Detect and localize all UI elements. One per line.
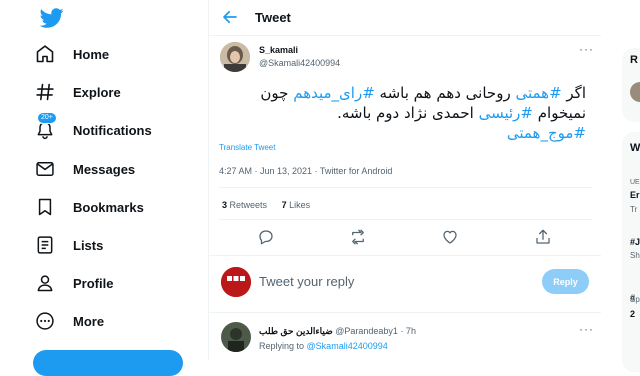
sidebar-nav: Home Explore 20+ Notifications Messages … <box>0 0 208 376</box>
nav-messages[interactable]: Messages <box>32 150 135 188</box>
card-title: W <box>630 142 640 154</box>
nav-messages-label: Messages <box>73 161 136 177</box>
tweet-text-segment: اگر <box>561 84 586 102</box>
main-column: Tweet S_kamali @Skamali42400994 ··· اگر … <box>208 0 603 360</box>
nav-home-label: Home <box>73 46 110 62</box>
relevant-person-avatar[interactable] <box>630 82 640 102</box>
nav-explore[interactable]: Explore <box>32 73 121 111</box>
hashtag-link[interactable]: #موج_همتی <box>507 124 586 142</box>
hashtag-link[interactable]: #رئیسی <box>479 104 533 122</box>
page-title: Tweet <box>255 10 291 25</box>
trend-snippet[interactable]: #J <box>630 237 640 247</box>
current-user-avatar[interactable] <box>221 267 251 297</box>
likes-label[interactable]: Likes <box>289 200 310 210</box>
notifications-badge: 20+ <box>37 112 57 124</box>
hashtag-link[interactable]: #رای_میدهم <box>293 84 375 102</box>
like-icon[interactable] <box>441 228 459 246</box>
tweet-text: اگر #همتی روحانی دهم هم باشه #رای_میدهم … <box>226 83 586 143</box>
trend-snippet[interactable]: Tr <box>630 205 637 214</box>
divider <box>209 255 602 256</box>
tweet-text-line-1: اگر #همتی روحانی دهم هم باشه #رای_میدهم … <box>226 83 586 103</box>
tweet-stats: 3 Retweets 7 Likes <box>222 200 310 210</box>
nav-lists-label: Lists <box>73 237 104 253</box>
nav-lists[interactable]: Lists <box>32 226 103 264</box>
replying-to: Replying to @Skamali42400994 <box>259 341 388 351</box>
retweets-count[interactable]: 3 <box>222 200 227 210</box>
reply-icon[interactable] <box>257 228 275 246</box>
nav-bookmarks[interactable]: Bookmarks <box>32 188 144 226</box>
trend-snippet[interactable]: 2 <box>630 309 635 319</box>
nav-more[interactable]: More <box>32 302 104 340</box>
share-icon[interactable] <box>534 228 552 246</box>
tweet-actions <box>209 228 602 246</box>
retweet-icon[interactable] <box>349 228 367 246</box>
reply-button[interactable]: Reply <box>542 269 589 294</box>
nav-home[interactable]: Home <box>32 35 109 73</box>
reply-time[interactable]: · 7h <box>400 326 416 336</box>
tweet-text-line-2: نمیخوام #رئیسی احمدی نژاد دوم باشه. <box>226 103 586 123</box>
divider <box>219 187 592 188</box>
trend-snippet[interactable]: Sp <box>630 295 640 304</box>
trend-snippet[interactable]: Er <box>630 190 640 200</box>
card-title: R <box>630 54 638 66</box>
tweet-text-segment: احمدی نژاد دوم باشه. <box>337 104 479 122</box>
tweet-text-segment: چون <box>260 84 294 102</box>
reply-author-avatar[interactable] <box>221 322 251 352</box>
reply-more-icon[interactable]: ··· <box>579 322 594 336</box>
relevant-people-card: R <box>622 48 640 122</box>
tweet-more-icon[interactable]: ··· <box>579 42 594 56</box>
translate-tweet-link[interactable]: Translate Tweet <box>219 143 275 152</box>
more-circle-icon <box>32 308 58 334</box>
reply-input[interactable]: Tweet your reply <box>259 274 354 289</box>
nav-notifications[interactable]: 20+ Notifications <box>32 111 152 149</box>
nav-more-label: More <box>73 313 105 329</box>
hashtag-link[interactable]: #همتی <box>515 84 561 102</box>
trend-snippet[interactable]: Sh <box>630 251 640 260</box>
divider <box>219 219 592 220</box>
list-icon <box>32 232 58 258</box>
nav-notifications-label: Notifications <box>73 122 152 138</box>
author-avatar[interactable] <box>220 42 250 72</box>
reply-author-display-name[interactable]: ضیاءالدین حق طلب <box>259 326 333 336</box>
nav-bookmarks-label: Bookmarks <box>73 199 144 215</box>
author-handle[interactable]: @Skamali42400994 <box>259 58 340 68</box>
hashtag-icon <box>32 79 58 105</box>
reply-header: ضیاءالدین حق طلب @Parandeaby1 · 7h <box>259 326 416 337</box>
right-sidebar: R W UE Er Tr #J Sh # Sp 2 <box>601 0 640 372</box>
compose-tweet-button[interactable] <box>33 350 183 376</box>
bell-icon: 20+ <box>32 112 58 143</box>
tweet-timestamp[interactable]: 4:27 AM · Jun 13, 2021 · Twitter for And… <box>219 166 392 176</box>
replying-to-handle[interactable]: @Skamali42400994 <box>307 341 388 351</box>
tweet-text-segment: نمیخوام <box>532 104 586 122</box>
nav-explore-label: Explore <box>73 84 121 100</box>
page-header: Tweet <box>209 0 602 36</box>
tweet-text-line-3: #موج_همتی <box>226 123 586 143</box>
person-icon <box>32 270 58 296</box>
nav-profile-label: Profile <box>73 275 114 291</box>
back-arrow-icon[interactable] <box>221 8 239 26</box>
reply-author-handle[interactable]: @Parandeaby1 <box>335 326 398 336</box>
retweets-label[interactable]: Retweets <box>230 200 268 210</box>
replying-to-label: Replying to <box>259 341 305 351</box>
envelope-icon <box>32 156 58 182</box>
bookmark-icon <box>32 194 58 220</box>
likes-count[interactable]: 7 <box>282 200 287 210</box>
trends-card: W UE Er Tr #J Sh # Sp 2 <box>622 132 640 372</box>
trend-snippet[interactable]: UE <box>630 179 640 186</box>
divider <box>209 312 602 313</box>
author-display-name[interactable]: S_kamali <box>259 45 298 55</box>
twitter-logo-icon[interactable] <box>40 6 64 30</box>
tweet-text-segment: روحانی دهم هم باشه <box>374 84 516 102</box>
nav-profile[interactable]: Profile <box>32 264 113 302</box>
home-icon <box>32 41 58 67</box>
